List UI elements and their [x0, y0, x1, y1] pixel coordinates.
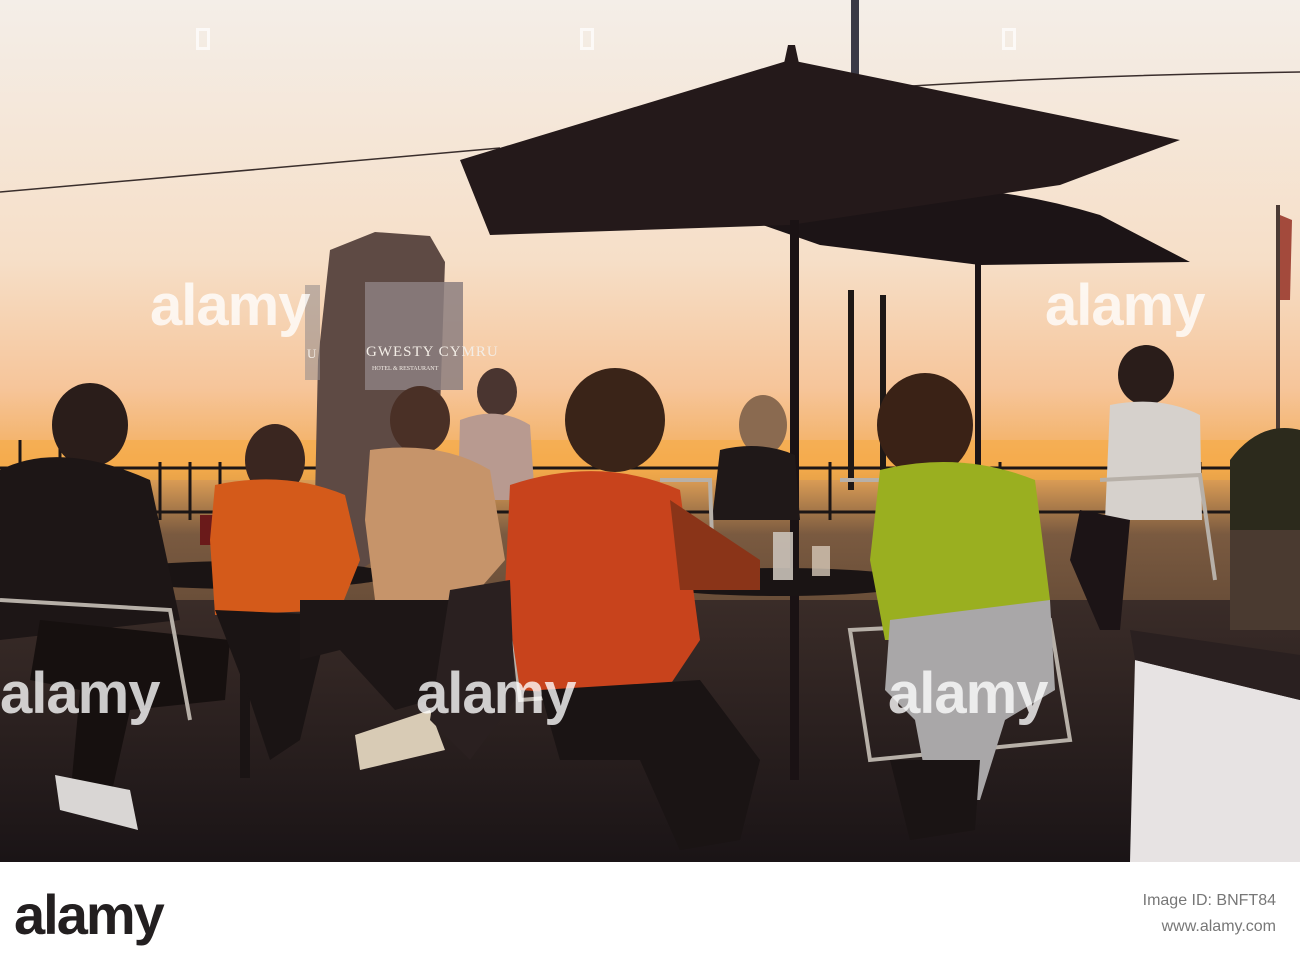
man-ponytail-body: [365, 447, 505, 600]
sign-subtitle: HOTEL & RESTAURANT: [372, 366, 439, 372]
watermark-logo-icon: [196, 28, 210, 50]
woman-blonde-head: [739, 395, 787, 455]
flagpole: [1276, 205, 1280, 465]
watermark-text: alamy: [416, 661, 576, 726]
water-glass: [812, 546, 830, 576]
man-left-head: [52, 383, 128, 467]
planter: [1230, 530, 1300, 630]
footer-brand-logo: alamy: [14, 883, 165, 946]
lamp-post: [848, 290, 854, 490]
person-bald-head: [477, 368, 517, 416]
photo-scene: [0, 0, 1300, 862]
umbrella-back-pole: [975, 240, 981, 480]
man-red-head: [565, 368, 665, 472]
watermark-text: alamy: [1045, 273, 1205, 338]
hotel-sign: [365, 282, 463, 390]
watermark-logo-icon: [580, 28, 594, 50]
sign-partial-text: U: [307, 346, 317, 361]
watermark-text: alamy: [0, 661, 160, 726]
watermark-text: alamy: [888, 661, 1048, 726]
man-ponytail-head: [390, 386, 450, 454]
woman-hoodie-body: [210, 479, 360, 615]
photo: GWESTY CYMRU HOTEL & RESTAURANT U alamy …: [0, 0, 1300, 862]
footer-url: www.alamy.com: [1161, 918, 1276, 935]
pole: [851, 0, 859, 80]
water-glass: [773, 532, 793, 580]
footer-image-id: Image ID: BNFT84: [1142, 892, 1276, 909]
woman-green-head: [877, 373, 973, 477]
lamp-post: [880, 295, 886, 485]
sign-hotel-name: GWESTY CYMRU: [366, 344, 499, 360]
watermark-text: alamy: [150, 273, 310, 338]
flag: [1280, 215, 1292, 300]
footer-bar: alamy Image ID: BNFT84 www.alamy.com: [0, 862, 1300, 955]
woman-drinking-head: [1118, 345, 1174, 405]
watermark-logo-icon: [1002, 28, 1016, 50]
woman-drinking-body: [1105, 401, 1202, 520]
woman-blonde-body: [712, 446, 800, 520]
